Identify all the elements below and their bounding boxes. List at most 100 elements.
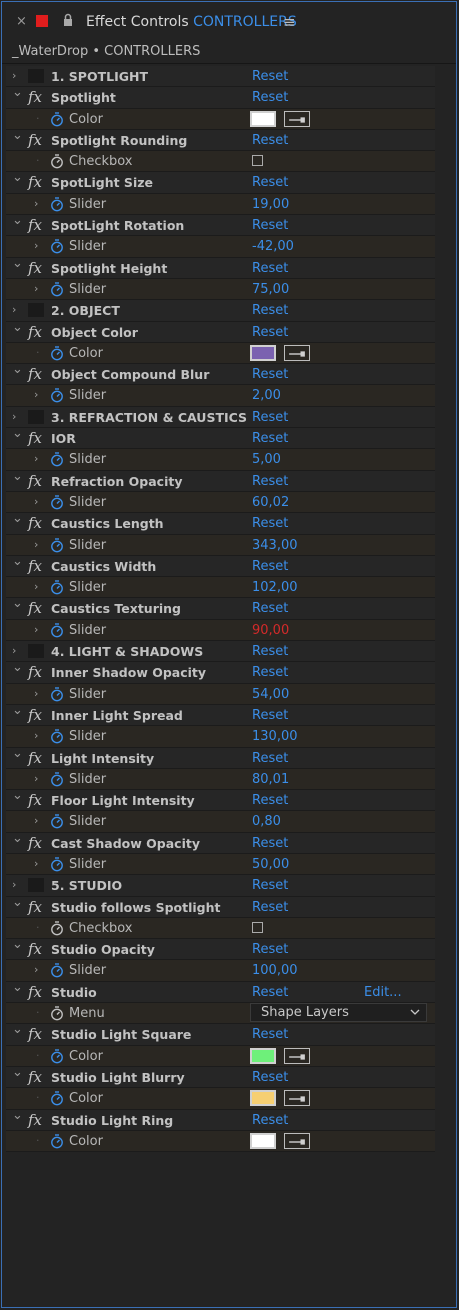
chevron-right-icon[interactable]: ›: [34, 538, 38, 552]
fx-icon[interactable]: fx: [28, 513, 42, 533]
chevron-down-icon[interactable]: ⌄: [12, 256, 23, 271]
color-swatch[interactable]: [250, 1047, 276, 1064]
stopwatch-icon[interactable]: [50, 494, 64, 510]
slider-value[interactable]: 50,00: [252, 856, 289, 873]
fx-icon[interactable]: fx: [28, 790, 42, 810]
chevron-down-icon[interactable]: ⌄: [12, 1108, 23, 1123]
reset-button[interactable]: Reset: [252, 302, 288, 319]
eyedropper-icon[interactable]: [284, 1132, 310, 1149]
reset-button[interactable]: Reset: [252, 835, 288, 852]
fx-icon[interactable]: fx: [28, 705, 42, 725]
fx-icon[interactable]: fx: [28, 1024, 42, 1044]
color-swatch[interactable]: [250, 110, 276, 127]
chevron-down-icon[interactable]: ⌄: [12, 469, 23, 484]
reset-button[interactable]: Reset: [252, 792, 288, 809]
chevron-right-icon[interactable]: ›: [34, 814, 38, 828]
chevron-down-icon[interactable]: ⌄: [12, 320, 23, 335]
slider-value[interactable]: 60,02: [252, 494, 289, 511]
slider-value[interactable]: 2,00: [252, 387, 281, 404]
chevron-down-icon[interactable]: ⌄: [12, 895, 23, 910]
chevron-right-icon[interactable]: ›: [34, 857, 38, 871]
effect-name[interactable]: 3. REFRACTION & CAUSTICS: [51, 409, 247, 426]
stopwatch-icon[interactable]: [50, 813, 64, 829]
lock-icon[interactable]: [63, 13, 73, 27]
chevron-down-icon[interactable]: ⌄: [12, 427, 23, 441]
checkbox[interactable]: [252, 155, 263, 167]
fx-icon[interactable]: fx: [28, 897, 42, 917]
stopwatch-icon[interactable]: [50, 451, 64, 467]
stopwatch-icon[interactable]: [50, 238, 64, 254]
chevron-right-icon[interactable]: ›: [34, 495, 38, 509]
fx-icon[interactable]: fx: [28, 471, 42, 491]
stopwatch-icon[interactable]: [50, 153, 64, 169]
reset-button[interactable]: Reset: [252, 324, 288, 341]
fx-icon[interactable]: fx: [28, 172, 42, 192]
reset-button[interactable]: Reset: [252, 600, 288, 617]
chevron-down-icon[interactable]: ⌄: [12, 86, 23, 100]
chevron-down-icon[interactable]: ⌄: [12, 938, 23, 952]
chevron-right-icon[interactable]: ›: [34, 452, 38, 466]
fx-icon[interactable]: fx: [28, 215, 42, 235]
eyedropper-icon[interactable]: [284, 344, 310, 361]
slider-value[interactable]: -42,00: [252, 238, 294, 255]
chevron-right-icon[interactable]: ›: [34, 729, 38, 743]
chevron-down-icon[interactable]: ⌄: [12, 831, 23, 846]
eyedropper-icon[interactable]: [284, 1090, 310, 1107]
effect-name[interactable]: 1. SPOTLIGHT: [51, 68, 148, 85]
eyedropper-icon[interactable]: [284, 1047, 310, 1064]
stopwatch-icon[interactable]: [50, 962, 64, 978]
studio-menu-select[interactable]: Shape Layers: [250, 1003, 427, 1023]
effect-name[interactable]: Inner Light Spread: [51, 707, 183, 724]
stopwatch-icon[interactable]: [50, 196, 64, 212]
reset-button[interactable]: Reset: [252, 664, 288, 681]
reset-button[interactable]: Reset: [252, 877, 288, 894]
chevron-right-icon[interactable]: ›: [34, 388, 38, 402]
reset-button[interactable]: Reset: [252, 430, 288, 447]
chevron-down-icon[interactable]: ⌄: [12, 597, 23, 611]
chevron-right-icon[interactable]: ›: [34, 687, 38, 701]
color-swatch[interactable]: [250, 1090, 276, 1107]
effect-name[interactable]: IOR: [51, 430, 76, 447]
reset-button[interactable]: Reset: [252, 132, 288, 149]
fx-icon[interactable]: fx: [28, 258, 42, 278]
chevron-right-icon[interactable]: ›: [34, 282, 38, 296]
fx-icon[interactable]: fx: [28, 87, 42, 107]
reset-button[interactable]: Reset: [252, 217, 288, 234]
reset-button[interactable]: Reset: [252, 260, 288, 277]
fx-icon[interactable]: fx: [28, 322, 42, 342]
effect-name[interactable]: SpotLight Rotation: [51, 217, 184, 234]
chevron-right-icon[interactable]: ›: [12, 69, 16, 83]
reset-button[interactable]: Reset: [252, 750, 288, 767]
reset-button[interactable]: Reset: [252, 473, 288, 490]
stopwatch-icon[interactable]: [50, 111, 64, 127]
slider-value[interactable]: 130,00: [252, 728, 298, 745]
reset-button[interactable]: Reset: [252, 89, 288, 106]
effect-name[interactable]: Inner Shadow Opacity: [51, 664, 206, 681]
chevron-down-icon[interactable]: ⌄: [12, 363, 23, 377]
chevron-right-icon[interactable]: ›: [12, 644, 16, 658]
stopwatch-icon[interactable]: [50, 856, 64, 872]
eyedropper-icon[interactable]: [284, 110, 310, 127]
effect-name[interactable]: Refraction Opacity: [51, 473, 182, 490]
effect-name[interactable]: Spotlight: [51, 89, 116, 106]
reset-button[interactable]: Reset: [252, 366, 288, 383]
slider-value[interactable]: 100,00: [252, 962, 298, 979]
slider-value[interactable]: 0,80: [252, 813, 281, 830]
chevron-down-icon[interactable]: ⌄: [12, 128, 23, 143]
stopwatch-icon[interactable]: [50, 771, 64, 787]
effect-name[interactable]: Cast Shadow Opacity: [51, 835, 200, 852]
stopwatch-icon[interactable]: [50, 686, 64, 702]
effect-name[interactable]: Studio Opacity: [51, 941, 155, 958]
fx-icon[interactable]: fx: [28, 130, 42, 150]
slider-value[interactable]: 19,00: [252, 196, 289, 213]
effect-name[interactable]: Caustics Length: [51, 515, 164, 532]
fx-icon[interactable]: fx: [28, 939, 42, 959]
chevron-down-icon[interactable]: ⌄: [12, 703, 23, 718]
stopwatch-icon[interactable]: [50, 728, 64, 744]
fx-icon[interactable]: fx: [28, 556, 42, 576]
chevron-down-icon[interactable]: ⌄: [12, 1065, 23, 1080]
reset-button[interactable]: Reset: [252, 941, 288, 958]
panel-menu-icon[interactable]: ≡: [283, 13, 296, 31]
effect-name[interactable]: Studio: [51, 984, 97, 1001]
stopwatch-icon[interactable]: [50, 622, 64, 638]
